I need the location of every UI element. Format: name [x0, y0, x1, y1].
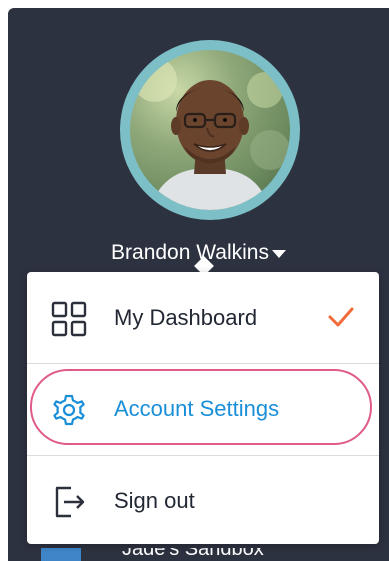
workspace-icon: [41, 548, 81, 561]
menu-item-label: My Dashboard: [114, 305, 258, 330]
account-dropdown-menu: My Dashboard Account Settings Sign out: [27, 272, 379, 544]
dashboard-grid-icon: [51, 301, 87, 337]
menu-item-label: Sign out: [114, 488, 195, 513]
workspace-row[interactable]: Jade's Sandbox: [8, 548, 389, 561]
avatar-portrait-icon: [133, 58, 290, 210]
menu-item-account-settings[interactable]: Account Settings: [27, 363, 379, 453]
sign-out-icon: [55, 486, 85, 518]
workspace-label: Jade's Sandbox: [122, 548, 264, 560]
username-label: Brandon Walkins: [111, 241, 269, 265]
checkmark-icon: [328, 307, 354, 327]
caret-down-icon: [271, 250, 286, 259]
menu-item-label: Account Settings: [114, 396, 280, 421]
menu-item-my-dashboard[interactable]: My Dashboard: [27, 272, 379, 362]
gear-icon: [53, 394, 85, 426]
avatar[interactable]: [130, 50, 290, 210]
menu-item-sign-out[interactable]: Sign out: [27, 455, 379, 545]
